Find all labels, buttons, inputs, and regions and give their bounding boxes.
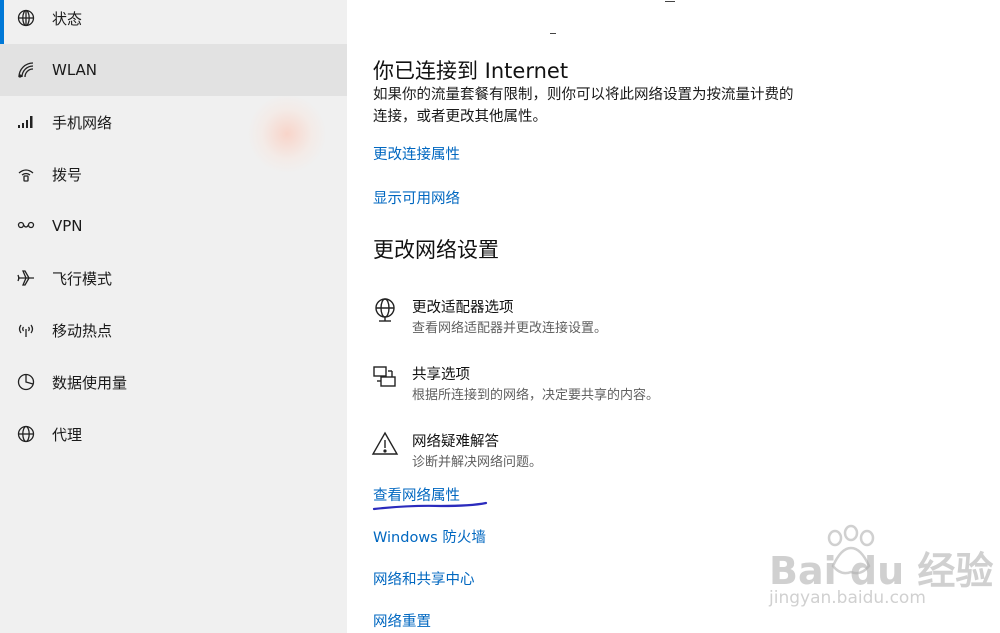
globe-icon (16, 8, 36, 28)
sidebar-item-label: 代理 (52, 425, 83, 444)
sidebar-item-airplane[interactable]: 飞行模式 (0, 252, 347, 304)
sidebar: 状态 WLAN 手机网络 拨号 VPN 飞行模式 移动热点 数据使用量 代理 (0, 0, 347, 633)
adapter-options-item[interactable]: 更改适配器选项 查看网络适配器并更改连接设置。 (371, 292, 791, 336)
hotspot-icon (16, 320, 36, 340)
network-sharing-center-link[interactable]: 网络和共享中心 (373, 568, 475, 589)
section-heading: 更改网络设置 (373, 238, 499, 262)
sidebar-item-data-usage[interactable]: 数据使用量 (0, 356, 347, 408)
underline-annotation (372, 501, 488, 511)
wifi-icon (16, 60, 36, 80)
option-title: 更改适配器选项 (412, 300, 514, 316)
pie-chart-icon (16, 372, 36, 392)
sidebar-item-label: 飞行模式 (52, 269, 113, 288)
option-title: 共享选项 (412, 367, 470, 383)
sidebar-item-label: 数据使用量 (52, 373, 128, 392)
airplane-icon (16, 268, 36, 288)
warning-icon (371, 430, 399, 458)
show-available-networks-link[interactable]: 显示可用网络 (373, 187, 460, 208)
sharing-icon (371, 363, 399, 391)
sidebar-item-label: WLAN (52, 61, 98, 79)
top-edge-mark (665, 1, 675, 2)
sidebar-item-label: 状态 (52, 9, 83, 28)
option-desc: 诊断并解决网络问题。 (412, 455, 543, 470)
watermark-url: jingyan.baidu.com (769, 588, 926, 608)
change-connection-properties-link[interactable]: 更改连接属性 (373, 143, 460, 164)
status-accent-bar (0, 0, 4, 44)
globe-icon (16, 424, 36, 444)
connection-status-heading: 你已连接到 Internet (373, 59, 569, 83)
sidebar-item-status[interactable]: 状态 (0, 0, 347, 44)
sidebar-item-label: 手机网络 (52, 113, 113, 132)
sidebar-item-cellular[interactable]: 手机网络 (0, 96, 347, 148)
signal-bars-icon (16, 112, 36, 132)
sharing-options-item[interactable]: 共享选项 根据所连接到的网络，决定要共享的内容。 (371, 359, 791, 403)
top-edge-mark (550, 33, 556, 34)
option-title: 网络疑难解答 (412, 434, 499, 450)
adapter-globe-icon (371, 296, 399, 324)
network-troubleshooter-item[interactable]: 网络疑难解答 诊断并解决网络问题。 (371, 426, 791, 470)
sidebar-item-label: VPN (52, 217, 83, 235)
sidebar-item-dialup[interactable]: 拨号 (0, 148, 347, 200)
option-desc: 根据所连接到的网络，决定要共享的内容。 (412, 388, 660, 403)
option-desc: 查看网络适配器并更改连接设置。 (412, 321, 608, 336)
connection-status-desc: 连接，或者更改其他属性。 (373, 109, 547, 125)
vpn-icon (16, 216, 36, 236)
windows-firewall-link[interactable]: Windows 防火墙 (373, 526, 486, 547)
dialup-icon (16, 164, 36, 184)
sidebar-item-label: 移动热点 (52, 321, 113, 340)
sidebar-item-vpn[interactable]: VPN (0, 200, 347, 252)
watermark-logo-text: Bai du 经验 (769, 549, 994, 593)
sidebar-item-label: 拨号 (52, 165, 83, 184)
sidebar-item-wlan[interactable]: WLAN (0, 44, 347, 96)
connection-status-desc: 如果你的流量套餐有限制，则你可以将此网络设置为按流量计费的 (373, 87, 794, 103)
network-reset-link[interactable]: 网络重置 (373, 610, 431, 631)
sidebar-item-hotspot[interactable]: 移动热点 (0, 304, 347, 356)
watermark: Bai du 经验 jingyan.baidu.com (767, 520, 999, 630)
sidebar-item-proxy[interactable]: 代理 (0, 408, 347, 460)
